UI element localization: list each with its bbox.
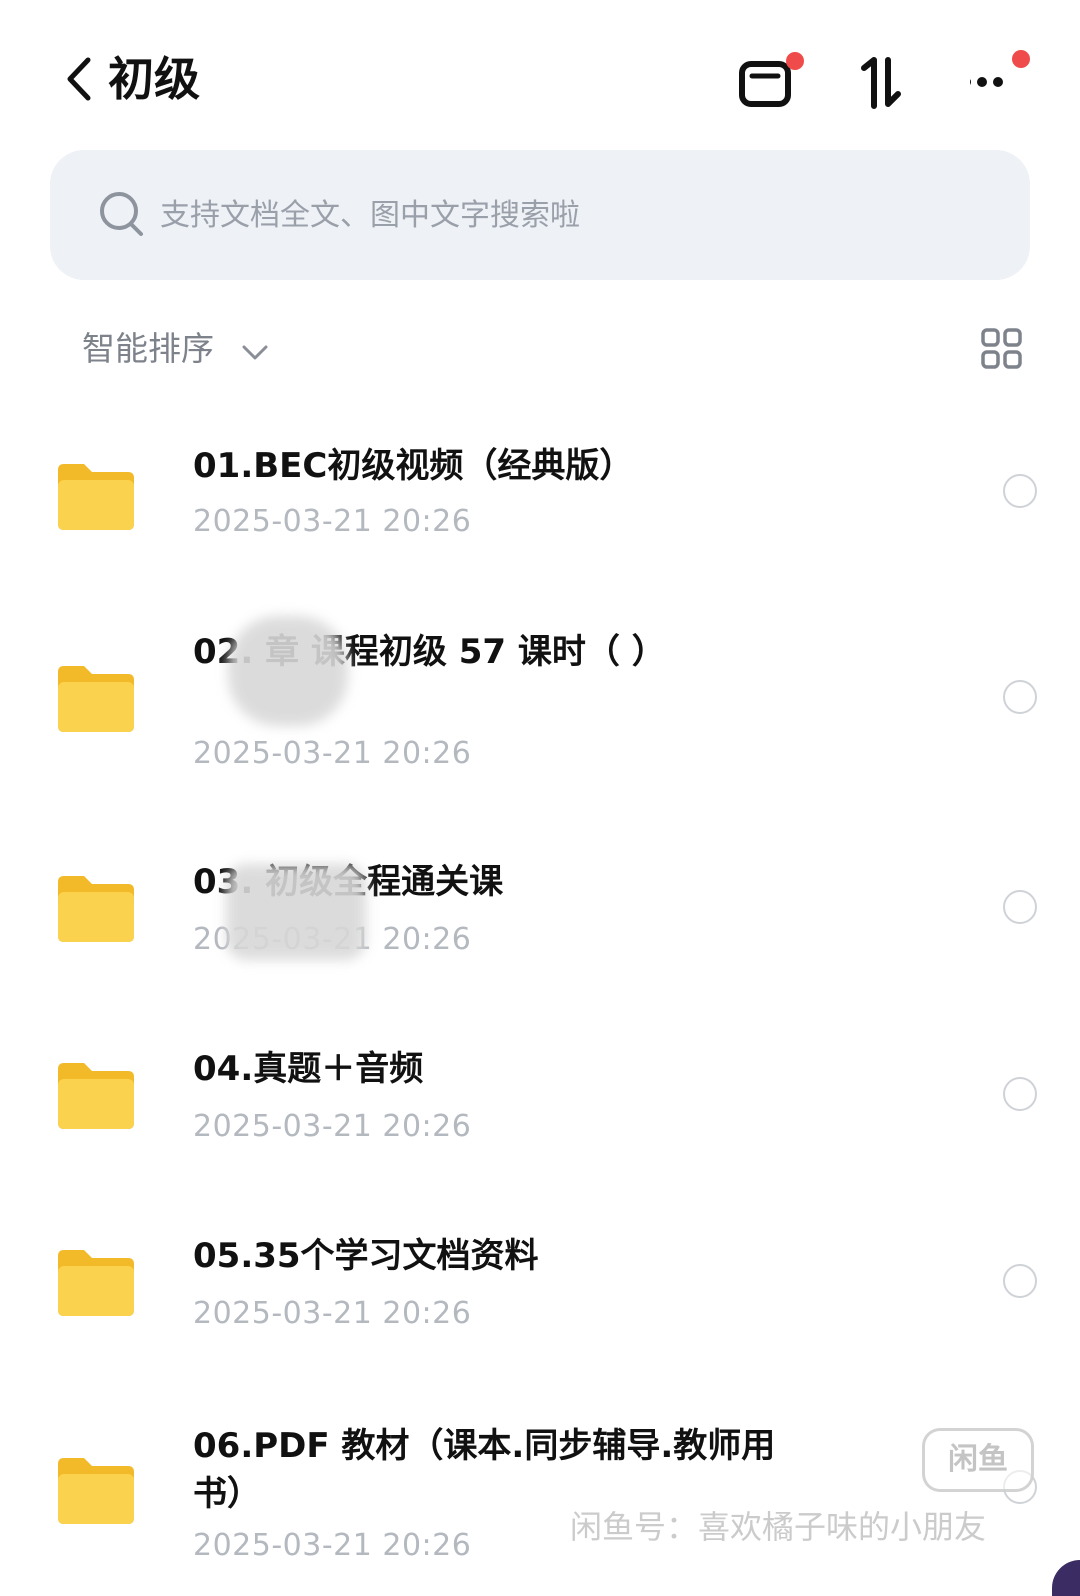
sort-mode-label[interactable]: 智能排序: [82, 327, 214, 371]
select-radio[interactable]: [1003, 474, 1037, 508]
grid-view-icon[interactable]: [980, 327, 1024, 371]
chevron-left-icon[interactable]: [60, 54, 100, 104]
folder-icon: [54, 1246, 138, 1320]
search-bar[interactable]: [50, 150, 1030, 280]
file-name: 06.PDF 教材（课本.同步辅导.教师用书）: [193, 1426, 776, 1514]
list-item[interactable]: 01.BEC初级视频（经典版） 2025-03-21 20:26: [0, 440, 1080, 580]
folder-icon: [54, 460, 138, 534]
sort-arrows-icon: [861, 57, 901, 109]
file-name: 05.35个学习文档资料: [193, 1236, 539, 1276]
file-name: 01.BEC初级视频（经典版）: [193, 446, 634, 486]
file-date: 2025-03-21 20:26: [193, 1109, 472, 1144]
list-item[interactable]: 05.35个学习文档资料 2025-03-21 20:26: [0, 1232, 1080, 1362]
file-date: 2025-03-21 20:26: [193, 736, 472, 771]
folder-icon: [54, 1454, 138, 1528]
notification-dot: [786, 52, 804, 70]
search-icon: [98, 190, 146, 238]
select-radio[interactable]: [1003, 1264, 1037, 1298]
select-radio[interactable]: [1003, 890, 1037, 924]
file-date: 2025-03-21 20:26: [193, 1296, 472, 1331]
search-input[interactable]: [160, 188, 980, 242]
chevron-down-icon[interactable]: [240, 337, 270, 367]
list-item[interactable]: 03. 初级全程通关课 2025-03-21 20:26: [0, 858, 1080, 988]
watermark-logo: 闲鱼: [922, 1428, 1034, 1492]
more-button[interactable]: [961, 50, 1034, 114]
redaction-blur: [226, 864, 366, 960]
folder-icon: [54, 872, 138, 946]
notification-dot: [1012, 50, 1030, 68]
sort-bar: 智能排序: [0, 315, 1080, 387]
file-date: 2025-03-21 20:26: [193, 504, 472, 539]
folder-icon: [54, 1059, 138, 1133]
list-item[interactable]: 02. 章 课程初级 57 课时（ ） 2025-03-21 20:26: [0, 616, 1080, 796]
transfer-button[interactable]: [738, 50, 804, 114]
page-title: 初级: [108, 52, 200, 106]
list-item[interactable]: 04.真题＋音频 2025-03-21 20:26: [0, 1045, 1080, 1175]
top-bar: 初级: [0, 0, 1080, 150]
file-date: 2025-03-21 20:26: [193, 1528, 472, 1563]
file-name: 04.真题＋音频: [193, 1049, 424, 1089]
watermark-text: 闲鱼号：喜欢橘子味的小朋友: [570, 1508, 987, 1546]
redaction-blur: [228, 616, 348, 726]
sort-button[interactable]: [858, 50, 922, 114]
select-radio[interactable]: [1003, 1077, 1037, 1111]
select-radio[interactable]: [1003, 680, 1037, 714]
folder-icon: [54, 662, 138, 736]
